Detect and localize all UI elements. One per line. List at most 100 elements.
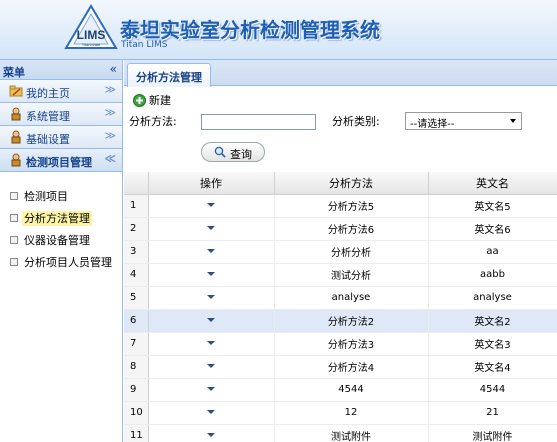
row-number: 5 [124,286,149,310]
dropdown-arrow-icon[interactable] [207,364,215,368]
dropdown-arrow-icon[interactable] [207,272,215,276]
menu-section-label: 基础设置 [26,133,70,146]
collapse-icon[interactable]: ≪ [104,152,116,165]
expand-icon[interactable]: ≫ [104,106,116,119]
sidebar-title: 菜单 [3,66,25,79]
tree-item-test-project[interactable]: 检测项目 [0,184,122,206]
nav-tree: 检测项目 分析方法管理 仪器设备管理 分析项目人员管理 [0,172,122,272]
row-operation-cell[interactable] [148,378,275,402]
column-header-method[interactable]: 分析方法 [274,172,429,195]
expand-icon[interactable]: ≫ [104,129,116,142]
english-cell: 4544 [428,378,557,402]
row-operation-cell[interactable] [148,401,275,425]
tree-item-analysis-method[interactable]: 分析方法管理 [0,206,122,228]
query-button[interactable]: 查询 [201,142,265,162]
tree-item-label: 仪器设备管理 [24,234,90,247]
row-operation-cell[interactable] [148,240,275,264]
row-operation-cell[interactable] [148,355,275,379]
tree-item-label: 检测项目 [24,190,68,203]
app-subtitle: Titan LIMS [121,40,168,50]
menu-section-home[interactable]: 我的主页 ≫ [0,80,122,103]
table-row[interactable]: 5 analyse analyse [124,286,557,310]
row-operation-cell[interactable] [148,263,275,287]
table-row[interactable]: 3 分析分析 aa [124,240,557,264]
expand-icon[interactable]: ≫ [104,83,116,96]
row-operation-cell[interactable] [148,286,275,310]
english-cell: 英文名5 [428,194,557,218]
dropdown-arrow-icon[interactable] [207,433,215,437]
grid-header-row: 操作 分析方法 英文名 [124,172,557,195]
category-select[interactable]: --请选择-- [405,112,522,130]
table-row[interactable]: 8 分析方法4 英文名4 [124,355,557,379]
row-operation-cell[interactable] [148,309,275,333]
method-input[interactable] [201,114,316,130]
dropdown-arrow-icon[interactable] [207,410,215,414]
menu-section-basic-settings[interactable]: 基础设置 ≫ [0,126,122,149]
table-row[interactable]: 10 12 21 [124,401,557,425]
method-cell: 分析方法6 [274,217,429,241]
tree-node-icon [10,192,18,200]
row-operation-cell[interactable] [148,217,275,241]
new-button-label: 新建 [149,94,171,107]
method-cell: 分析方法3 [274,332,429,356]
method-cell: 测试附件 [274,424,429,442]
category-label: 分析类别: [332,115,380,128]
row-number: 4 [124,263,149,287]
home-folder-icon [9,85,23,97]
sidebar: 菜单 « 我的主页 ≫ 系统管理 ≫ 基础设置 ≫ 检测项目管理 ≪ 检测项目 … [0,60,123,442]
column-header-rownum [124,172,149,195]
table-row[interactable]: 9 4544 4544 [124,378,557,402]
row-number: 10 [124,401,149,425]
method-cell: 分析方法4 [274,355,429,379]
row-number: 3 [124,240,149,264]
column-header-operation[interactable]: 操作 [148,172,275,195]
method-cell: 4544 [274,378,429,402]
dropdown-arrow-icon[interactable] [207,295,215,299]
row-operation-cell[interactable] [148,424,275,442]
app-title: 泰坦实验室分析检测管理系统 [120,18,380,42]
method-cell: 分析方法5 [274,194,429,218]
dropdown-arrow-icon[interactable] [207,249,215,253]
main-panel: 分析方法管理 新建 分析方法: 分析类别: --请选择-- 查询 操作 分析方法… [124,60,557,442]
method-cell: 分析方法2 [274,309,429,333]
user-admin-icon [11,107,21,121]
tab-analysis-method[interactable]: 分析方法管理 [127,63,211,87]
user-admin-icon [11,153,21,167]
dropdown-arrow-icon[interactable] [207,341,215,345]
tree-node-icon [10,258,18,266]
row-number: 11 [124,424,149,442]
menu-section-label: 我的主页 [26,87,70,100]
tree-item-label: 分析方法管理 [22,211,92,226]
table-row[interactable]: 2 分析方法6 英文名6 [124,217,557,241]
add-icon [133,94,146,107]
table-row[interactable]: 1 分析方法5 英文名5 [124,194,557,218]
chevron-down-icon [510,119,516,123]
row-operation-cell[interactable] [148,332,275,356]
dropdown-arrow-icon[interactable] [207,203,215,207]
table-row[interactable]: 4 测试分析 aabb [124,263,557,287]
table-row[interactable]: 7 分析方法3 英文名3 [124,332,557,356]
tree-node-icon [10,236,18,244]
dropdown-arrow-icon[interactable] [207,226,215,230]
analysis-method-grid: 操作 分析方法 英文名 1 分析方法5 英文名5 2 分析方法6 英文名6 3 … [124,172,557,442]
menu-section-system[interactable]: 系统管理 ≫ [0,103,122,126]
tree-item-instrument[interactable]: 仪器设备管理 [0,228,122,250]
new-button[interactable]: 新建 [133,94,171,110]
column-header-english[interactable]: 英文名 [428,172,557,195]
dropdown-arrow-icon[interactable] [207,387,215,391]
svg-text:Titanovate: Titanovate [82,42,101,47]
method-label: 分析方法: [129,115,177,128]
table-row-selected[interactable]: 6 分析方法2 英文名2 [124,309,557,333]
menu-section-test-project-management[interactable]: 检测项目管理 ≪ [0,149,122,172]
table-row[interactable]: 11 测试附件 测试附件 [124,424,557,442]
english-cell: 英文名4 [428,355,557,379]
collapse-sidebar-button[interactable]: « [110,62,117,76]
app-header: LIMS Titanovate 泰坦实验室分析检测管理系统 Titan LIMS [0,0,557,60]
row-number: 7 [124,332,149,356]
row-number: 8 [124,355,149,379]
dropdown-arrow-icon[interactable] [207,318,215,322]
english-cell: 英文名6 [428,217,557,241]
tree-item-personnel[interactable]: 分析项目人员管理 [0,250,122,272]
row-operation-cell[interactable] [148,194,275,218]
category-select-value: --请选择-- [410,119,455,130]
